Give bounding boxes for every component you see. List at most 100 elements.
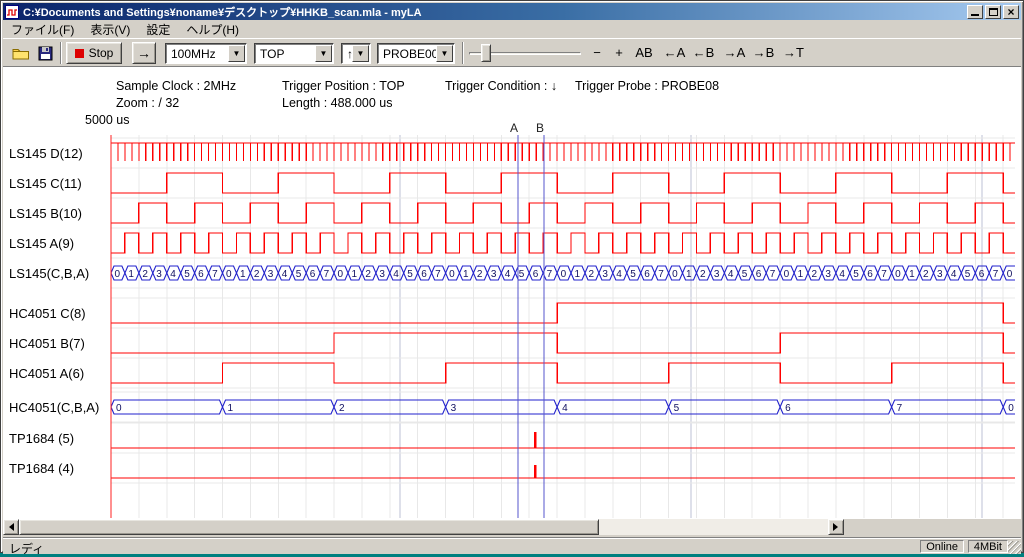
- bus-value: 6: [533, 269, 539, 280]
- cursor-label: A: [510, 121, 518, 135]
- bus-value: 2: [365, 269, 371, 280]
- bus-value: 1: [240, 269, 246, 280]
- channel-label: LS145 B(10): [9, 206, 82, 221]
- bus-value: 4: [839, 269, 845, 280]
- bus-value: 1: [463, 269, 469, 280]
- bus-value: 7: [881, 269, 887, 280]
- channel-label: LS145(C,B,A): [9, 266, 89, 281]
- bus-value: 5: [519, 269, 525, 280]
- signal-trace: [111, 173, 1015, 193]
- bus-value: 7: [658, 269, 664, 280]
- channel-label: TP1684 (5): [9, 431, 74, 446]
- bus-value: 7: [993, 269, 999, 280]
- bus-value: 1: [686, 269, 692, 280]
- bus-value: 3: [714, 269, 720, 280]
- bus-value: 1: [798, 269, 804, 280]
- channel-label: TP1684 (4): [9, 461, 74, 476]
- bus-value: 3: [491, 269, 497, 280]
- bus-value: 4: [562, 403, 568, 414]
- bus-value: 1: [228, 403, 234, 414]
- bus-value: 5: [296, 269, 302, 280]
- channel-label: LS145 A(9): [9, 236, 74, 251]
- bus-value: 3: [602, 269, 608, 280]
- bus-value: 6: [421, 269, 427, 280]
- bus-value: 3: [451, 403, 457, 414]
- signal-trace: [111, 303, 1015, 323]
- bus-value: 2: [339, 403, 345, 414]
- bus-value: 4: [616, 269, 622, 280]
- bus-value: 1: [909, 269, 915, 280]
- bus-value: 5: [184, 269, 190, 280]
- bus-value: 6: [979, 269, 985, 280]
- bus-value: 6: [644, 269, 650, 280]
- bus-value: 7: [547, 269, 553, 280]
- channel-label: LS145 C(11): [9, 176, 82, 191]
- bus-value: 4: [728, 269, 734, 280]
- channel-label: LS145 D(12): [9, 146, 83, 161]
- bus-value: 0: [784, 269, 790, 280]
- bus-value: 0: [115, 269, 121, 280]
- bus-value: 3: [379, 269, 385, 280]
- bus-value: 0: [116, 403, 122, 414]
- bus-value: 0: [226, 269, 232, 280]
- scrollbar-thumb[interactable]: [19, 519, 599, 535]
- triangle-left-icon: [5, 523, 14, 531]
- bus-value: 5: [965, 269, 971, 280]
- bus-value: 5: [742, 269, 748, 280]
- bus-value: 4: [505, 269, 511, 280]
- channel-label: HC4051 C(8): [9, 306, 86, 321]
- signal-trace: [111, 333, 1015, 353]
- bus-value: 2: [142, 269, 148, 280]
- bus-value: 6: [198, 269, 204, 280]
- bus-value: 5: [674, 403, 680, 414]
- bus-value: 0: [672, 269, 678, 280]
- bus-value: 3: [268, 269, 274, 280]
- channel-label: HC4051 A(6): [9, 366, 84, 381]
- scroll-right-button[interactable]: [828, 519, 844, 535]
- bus-value: 0: [1007, 269, 1013, 280]
- signal-trace: [111, 363, 1015, 383]
- status-online: Online: [920, 540, 964, 553]
- bus-value: 2: [700, 269, 706, 280]
- triangle-right-icon: [833, 523, 842, 531]
- bus-value: 7: [435, 269, 441, 280]
- bus-value: 2: [812, 269, 818, 280]
- signal-trace: [111, 203, 1015, 223]
- bus-value: 7: [770, 269, 776, 280]
- bus-value: 6: [756, 269, 762, 280]
- bus-value: 2: [589, 269, 595, 280]
- bus-value: 3: [825, 269, 831, 280]
- bus-value: 5: [407, 269, 413, 280]
- resize-grip[interactable]: [1008, 541, 1021, 554]
- bus-value: 6: [785, 403, 791, 414]
- status-bar: レディ Online 4MBit: [3, 537, 1021, 554]
- bus-value: 1: [128, 269, 134, 280]
- waveform-canvas[interactable]: LS145 D(12) LS145 C(11) LS145 B(10) LS145 A…: [1, 1, 1024, 554]
- bus-value: 3: [156, 269, 162, 280]
- bus-value: 4: [393, 269, 399, 280]
- app-window: C:¥Documents and Settings¥noname¥デスクトップ¥…: [0, 0, 1024, 553]
- bus-value: 1: [575, 269, 581, 280]
- bus-value: 2: [477, 269, 483, 280]
- bus-value: 7: [212, 269, 218, 280]
- signal-trace: [111, 233, 1015, 253]
- bus-value: 4: [170, 269, 176, 280]
- cursor-label: B: [536, 121, 544, 135]
- horizontal-scrollbar[interactable]: [3, 519, 844, 535]
- bus-value: 1: [352, 269, 358, 280]
- scroll-left-button[interactable]: [3, 519, 19, 535]
- bus-value: 4: [951, 269, 957, 280]
- bus-value: 2: [254, 269, 260, 280]
- bus-value: 0: [1008, 403, 1014, 414]
- bus-value: 7: [897, 403, 903, 414]
- channel-label: HC4051 B(7): [9, 336, 85, 351]
- status-memory: 4MBit: [968, 540, 1008, 553]
- bus-value: 5: [853, 269, 859, 280]
- bus-value: 5: [630, 269, 636, 280]
- bus-value: 3: [937, 269, 943, 280]
- bus-value: 4: [282, 269, 288, 280]
- status-ready: レディ: [9, 540, 44, 557]
- bus-value: 0: [338, 269, 344, 280]
- bus-value: 2: [923, 269, 929, 280]
- bus-value: 7: [324, 269, 330, 280]
